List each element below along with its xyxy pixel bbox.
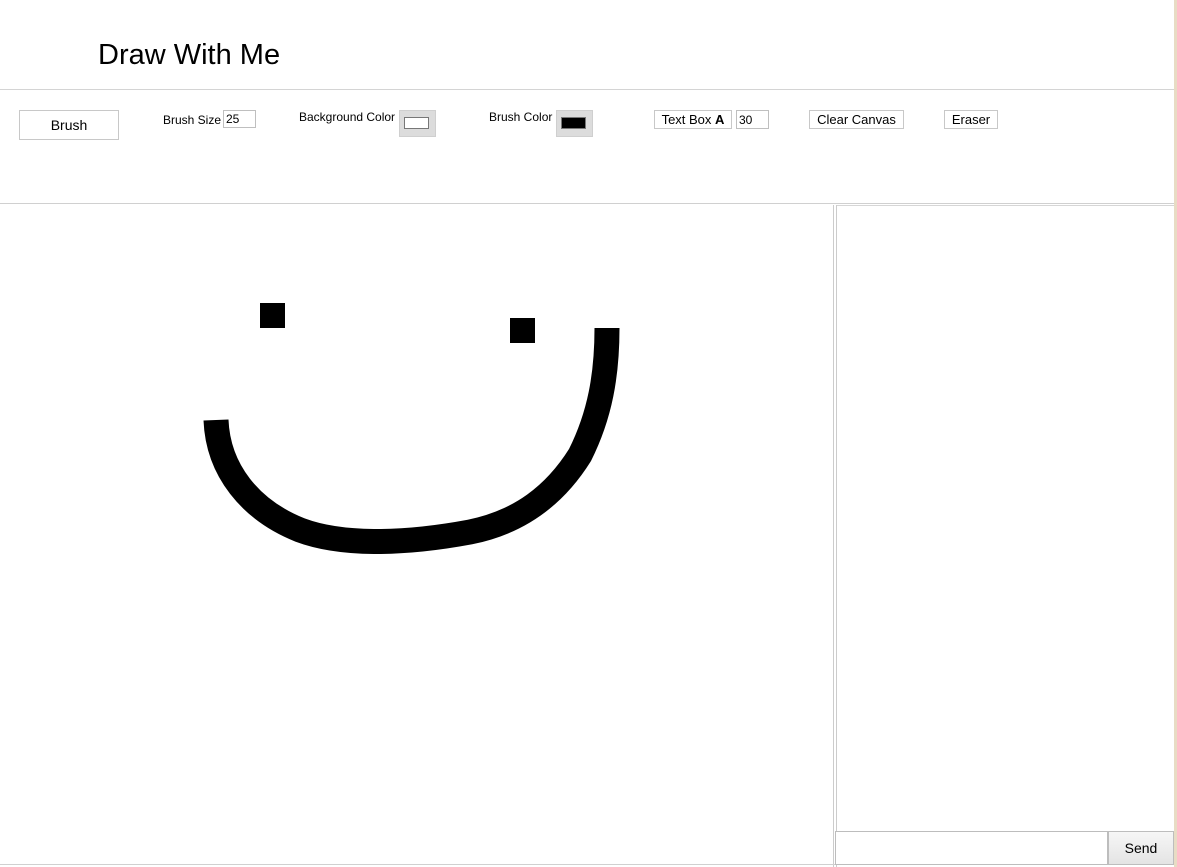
header-divider — [0, 89, 1174, 90]
background-color-label: Background Color — [299, 110, 396, 124]
chat-message-input[interactable] — [835, 831, 1108, 865]
smile-stroke — [203, 327, 620, 554]
background-color-swatch — [404, 117, 429, 129]
text-size-input[interactable] — [736, 110, 769, 129]
brush-size-label: Brush Size — [163, 113, 222, 127]
brush-color-swatch — [561, 117, 586, 129]
brush-size-input[interactable] — [223, 110, 256, 128]
brush-color-label: Brush Color — [489, 110, 553, 124]
app-page: Draw With Me Brush Brush Size Background… — [0, 0, 1177, 867]
text-box-button[interactable]: Text Box A — [654, 110, 732, 129]
chat-messages-panel — [837, 205, 1174, 830]
eraser-button[interactable]: Eraser — [944, 110, 998, 129]
text-bold-icon: A — [715, 112, 725, 127]
drawing-canvas[interactable] — [0, 205, 833, 865]
bottom-border — [0, 864, 835, 865]
send-button[interactable]: Send — [1108, 831, 1174, 865]
text-box-label: Text Box — [661, 112, 712, 127]
canvas-drawing — [203, 303, 620, 554]
toolbar-divider — [0, 203, 1174, 204]
brush-button[interactable]: Brush — [19, 110, 119, 140]
page-title: Draw With Me — [98, 39, 281, 71]
background-color-picker[interactable] — [399, 110, 436, 137]
clear-canvas-button[interactable]: Clear Canvas — [809, 110, 904, 129]
brush-color-picker[interactable] — [556, 110, 593, 137]
right-eye-stroke — [510, 318, 535, 343]
left-eye-stroke — [260, 303, 285, 328]
